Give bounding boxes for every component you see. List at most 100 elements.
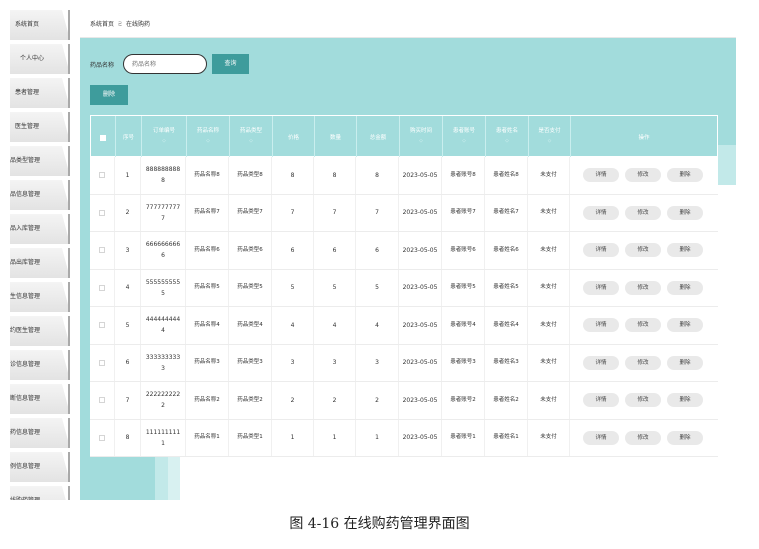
sort-icon[interactable]: ⬦	[529, 138, 570, 144]
query-button[interactable]: 查询	[212, 54, 249, 74]
delete-button[interactable]: 删除	[667, 168, 703, 183]
breadcrumb-home[interactable]: 系统首页	[90, 21, 114, 28]
header-select-all[interactable]	[91, 116, 116, 158]
edit-button[interactable]: 修改	[625, 280, 661, 295]
cell-purchase-time-text: 2023-05-05	[402, 246, 438, 254]
sidebar-item-prescriptions[interactable]: 开药信息管理	[10, 418, 70, 448]
cell-drug-name: 药品名称1	[186, 419, 229, 456]
sidebar-item-visits[interactable]: 就诊信息管理	[10, 350, 70, 380]
delete-button[interactable]: 删除	[667, 393, 703, 408]
cell-operations: 详情 修改 删除	[570, 232, 716, 269]
row-checkbox[interactable]	[99, 172, 105, 179]
row-checkbox[interactable]	[99, 247, 105, 254]
row-checkbox-cell[interactable]	[90, 307, 115, 344]
row-checkbox[interactable]	[99, 359, 105, 366]
edit-button[interactable]: 修改	[625, 318, 661, 333]
detail-button[interactable]: 详情	[583, 168, 619, 183]
edit-button[interactable]: 修改	[625, 168, 661, 183]
detail-button[interactable]: 详情	[583, 205, 619, 220]
sort-icon[interactable]: ⬦	[400, 138, 442, 144]
sidebar-item-doctors[interactable]: 医生管理	[10, 112, 70, 142]
header-patient-name[interactable]: 患者姓名 ⬦	[486, 116, 529, 158]
row-checkbox[interactable]	[99, 397, 105, 404]
cell-drug-type: 药品类型5	[229, 269, 272, 306]
delete-button[interactable]: 删除	[667, 280, 703, 295]
header-drug-name[interactable]: 药品名称 ⬦	[187, 116, 230, 158]
header-purchase-time[interactable]: 购买时间 ⬦	[400, 116, 443, 158]
cell-patient-name: 患者姓名2	[485, 382, 528, 419]
sort-icon[interactable]: ⬦	[486, 138, 528, 144]
top-bar: 系统首页ミ在线购药	[80, 10, 736, 38]
detail-button[interactable]: 详情	[583, 393, 619, 408]
sidebar-item-appointments[interactable]: 预约医生管理	[10, 316, 70, 346]
row-checkbox-cell[interactable]	[90, 157, 115, 194]
detail-button[interactable]: 详情	[583, 243, 619, 258]
header-patient-account[interactable]: 患者账号 ⬦	[443, 116, 486, 158]
row-checkbox-cell[interactable]	[90, 344, 115, 381]
detail-button[interactable]: 详情	[583, 430, 619, 445]
delete-button[interactable]: 删除	[667, 355, 703, 370]
delete-button[interactable]: 删除	[667, 205, 703, 220]
sidebar-item-personal-center[interactable]: 个人中心	[10, 44, 70, 74]
select-all-checkbox[interactable]	[100, 135, 106, 141]
row-checkbox-cell[interactable]	[90, 419, 115, 456]
sidebar-item-label: 药品出库管理	[10, 259, 41, 266]
row-checkbox-cell[interactable]	[90, 232, 115, 269]
cell-patient-name-text: 患者姓名8	[493, 171, 519, 178]
row-checkbox[interactable]	[99, 209, 105, 216]
header-drug-type[interactable]: 药品类型 ⬦	[230, 116, 273, 158]
sidebar-item-drug-types[interactable]: 药品类型管理	[10, 146, 70, 176]
cell-drug-type: 药品类型8	[229, 157, 272, 194]
edit-button[interactable]: 修改	[625, 205, 661, 220]
edit-button[interactable]: 修改	[625, 393, 661, 408]
sort-icon[interactable]: ⬦	[230, 138, 272, 144]
sidebar-item-home[interactable]: 系统首页	[10, 10, 70, 40]
sidebar-item-drug-info[interactable]: 药品信息管理	[10, 180, 70, 210]
detail-button[interactable]: 详情	[583, 280, 619, 295]
delete-button[interactable]: 删除	[667, 430, 703, 445]
edit-button[interactable]: 修改	[625, 355, 661, 370]
cell-drug-name-text: 药品名称6	[194, 246, 220, 253]
row-checkbox[interactable]	[99, 284, 105, 291]
drug-name-search-input[interactable]	[123, 54, 207, 74]
header-quantity[interactable]: 数量	[315, 116, 357, 158]
sort-icon[interactable]: ⬦	[443, 138, 485, 144]
header-total[interactable]: 总金额	[357, 116, 400, 158]
cell-quantity-text: 2	[332, 396, 337, 404]
sort-icon[interactable]: ⬦	[187, 138, 229, 144]
sidebar-item-doctor-info[interactable]: 医生信息管理	[10, 282, 70, 312]
cell-quantity: 1	[314, 419, 356, 456]
cell-drug-type-text: 药品类型3	[237, 359, 263, 366]
row-checkbox-cell[interactable]	[90, 382, 115, 419]
table-body: 1 8888888888 药品名称8 药品类型8 8 8 8 2023-05-05 患者账号8 患…	[90, 157, 718, 457]
cell-drug-type: 药品类型6	[229, 232, 272, 269]
sidebar-item-cases[interactable]: 病例信息管理	[10, 452, 70, 482]
header-price[interactable]: 价格	[273, 116, 315, 158]
row-checkbox[interactable]	[99, 434, 105, 441]
cell-patient-name-text: 患者姓名2	[493, 396, 519, 403]
edit-button[interactable]: 修改	[625, 430, 661, 445]
header-index: 序号	[116, 116, 142, 158]
row-checkbox-cell[interactable]	[90, 269, 115, 306]
batch-delete-button[interactable]: 删除	[90, 85, 128, 105]
edit-button[interactable]: 修改	[625, 243, 661, 258]
header-paid-status[interactable]: 是否支付 ⬦	[529, 116, 571, 158]
detail-button[interactable]: 详情	[583, 355, 619, 370]
cell-purchase-time: 2023-05-05	[399, 269, 442, 306]
delete-button[interactable]: 删除	[667, 318, 703, 333]
sidebar-item-online-purchase[interactable]: 在线购药管理	[10, 486, 70, 500]
header-label: 总金额	[369, 135, 387, 141]
table-row: 7 2222222222 药品名称2 药品类型2 2 2 2 2023-05-05 患者账号2 患…	[90, 382, 718, 420]
sidebar-item-drug-outbound[interactable]: 药品出库管理	[10, 248, 70, 278]
header-order-no[interactable]: 订单编号 ⬦	[142, 116, 187, 158]
sidebar-item-patients[interactable]: 患者管理	[10, 78, 70, 108]
row-checkbox-cell[interactable]	[90, 194, 115, 231]
cell-purchase-time: 2023-05-05	[399, 307, 442, 344]
row-checkbox[interactable]	[99, 322, 105, 329]
sidebar-item-drug-inbound[interactable]: 药品入库管理	[10, 214, 70, 244]
delete-button[interactable]: 删除	[667, 243, 703, 258]
cell-quantity-text: 5	[332, 284, 337, 292]
detail-button[interactable]: 详情	[583, 318, 619, 333]
sidebar-item-diagnoses[interactable]: 诊断信息管理	[10, 384, 70, 414]
sort-icon[interactable]: ⬦	[142, 138, 186, 144]
